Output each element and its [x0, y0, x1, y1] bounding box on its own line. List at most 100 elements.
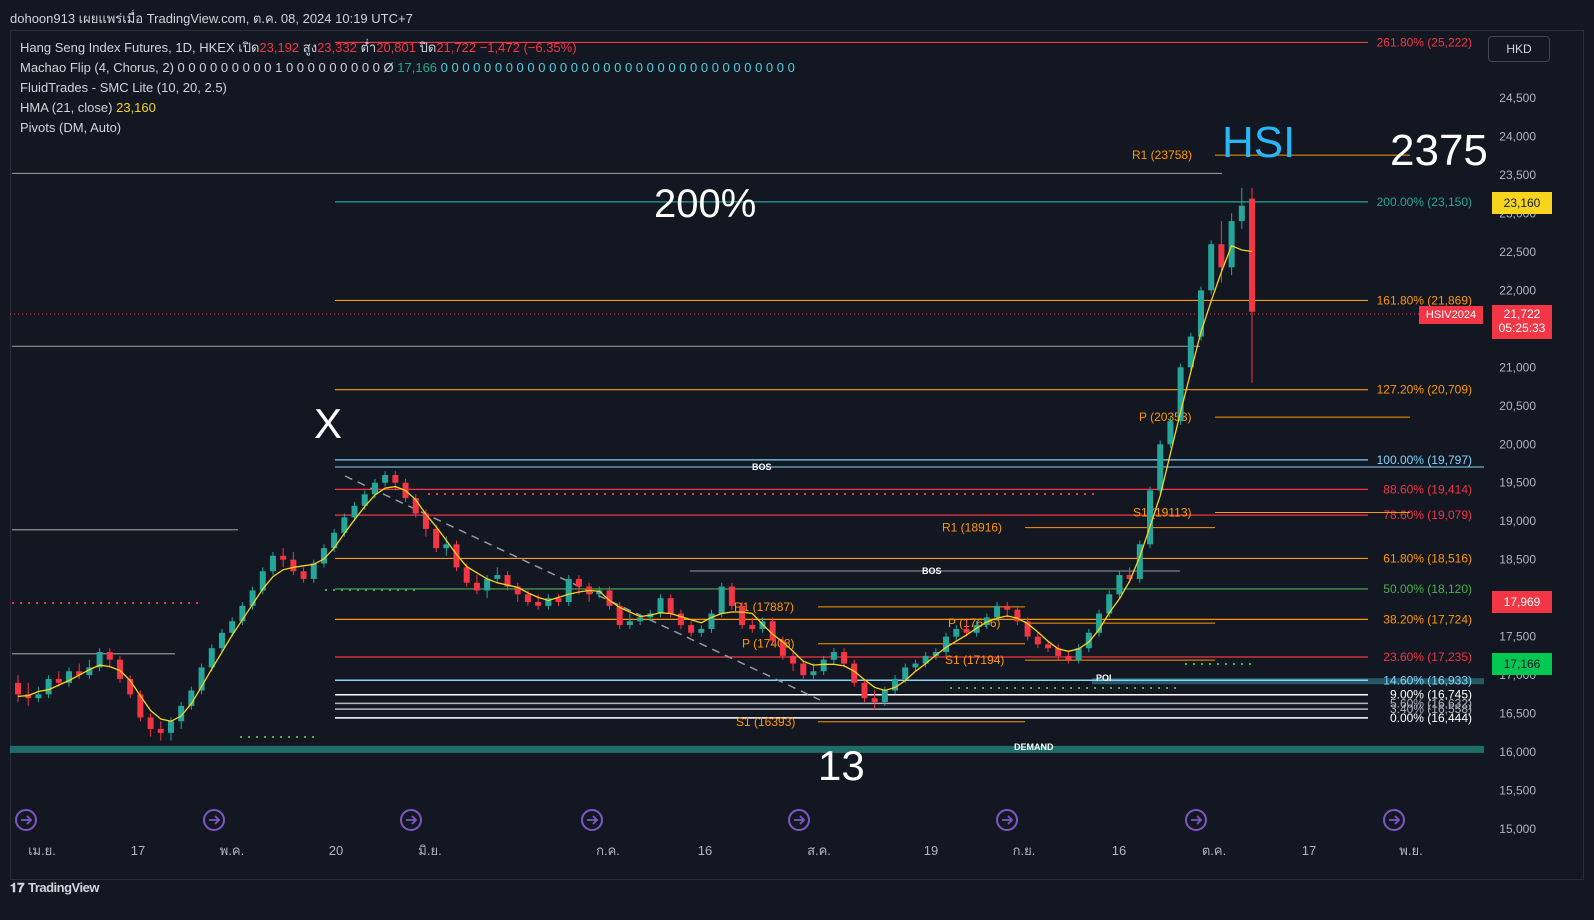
x-tick-label: พ.ย.: [1399, 843, 1422, 858]
candle-body: [871, 698, 878, 703]
candle-body: [1238, 205, 1245, 222]
candle-body: [433, 528, 440, 549]
bos-label-1: BOS: [752, 462, 772, 472]
arrow-icon: [21, 815, 33, 825]
candle-body: [1116, 575, 1123, 595]
candle-body: [749, 625, 756, 629]
candle-body: [861, 682, 868, 699]
arrow-icon: [794, 815, 806, 825]
arrow-icon: [209, 815, 221, 825]
candle-body: [106, 652, 113, 660]
candle-body: [555, 598, 562, 603]
candle-body: [269, 555, 276, 572]
y-tick-label: 15,500: [1499, 784, 1536, 798]
candle-body: [45, 678, 52, 695]
candle-body: [1208, 244, 1215, 291]
x-tick-label: 17: [1302, 843, 1316, 858]
demand-zone: [10, 745, 1484, 753]
y-tick-label: 15,000: [1499, 822, 1536, 836]
x-tick-label: ส.ค.: [807, 843, 831, 858]
x-tick-label: 17: [131, 843, 145, 858]
tradingview-brand: TradingView: [28, 880, 99, 895]
arrow-icon: [1389, 815, 1401, 825]
pivot-label: P (20353): [1139, 410, 1191, 424]
thirteen-annotation: 13: [818, 742, 865, 789]
hma-line: [17, 244, 1253, 722]
candle-body: [535, 602, 542, 606]
demand-label: DEMAND: [1014, 742, 1054, 752]
close-price-box: 21,722 05:25:33: [1492, 305, 1552, 339]
candle-body: [626, 621, 633, 626]
y-tick-label: 22,500: [1499, 245, 1536, 259]
machao-values-2: 0 0 0 0 0 0 0 0 0 0 0 0 0 0 0 0 0 0 0 0 …: [440, 60, 795, 75]
currency-button[interactable]: HKD: [1488, 36, 1550, 62]
y-tick-label: 19,000: [1499, 514, 1536, 528]
candle-body: [524, 594, 531, 603]
candle-body: [1147, 490, 1154, 545]
candle-body: [1167, 421, 1174, 445]
candle-body: [810, 671, 817, 676]
candle-body: [147, 717, 154, 729]
high-value: 23,332: [317, 40, 357, 55]
candle-body: [841, 652, 848, 664]
candle-body: [912, 663, 919, 668]
x-tick-label: ก.ย.: [1013, 843, 1036, 858]
candle-body: [453, 544, 460, 568]
candle-body: [1004, 605, 1011, 610]
poi-label: POI: [1096, 673, 1112, 683]
high-label: สูง: [302, 40, 318, 55]
candle-body: [657, 598, 664, 614]
footer-brand[interactable]: 𝟏𝟕 TradingView: [10, 880, 99, 904]
candle-body: [953, 628, 960, 637]
candle-body: [392, 475, 399, 483]
hma-price-label: 23,160: [1503, 196, 1541, 210]
candle-body: [790, 655, 797, 664]
candle-body: [688, 625, 695, 633]
candle-body: [830, 652, 837, 660]
hma-price-box: 23,160: [1492, 192, 1552, 214]
x-tick-label: ก.ค.: [596, 843, 620, 858]
candle-body: [963, 628, 970, 633]
bos-label-2: BOS: [922, 566, 942, 576]
candle-body: [1249, 198, 1255, 312]
candle-body: [1218, 244, 1225, 268]
hsi-annotation: HSI: [1222, 118, 1296, 167]
candle-body: [1198, 290, 1205, 337]
candle-body: [1085, 632, 1092, 649]
pivots-indicator[interactable]: Pivots (DM, Auto): [20, 120, 121, 135]
legend-fluid-row: FluidTrades - SMC Lite (10, 20, 2.5): [20, 78, 795, 98]
fib-level-label: 100.00% (19,797): [1377, 453, 1472, 467]
fib-level-label: 50.00% (18,120): [1383, 582, 1472, 596]
hma-value: 23,160: [116, 100, 156, 115]
candle-body: [1034, 636, 1041, 645]
fib-level-label: 78.60% (19,079): [1383, 508, 1472, 522]
hma-indicator[interactable]: HMA (21, close): [20, 100, 112, 115]
y-tick-label: 16,000: [1499, 745, 1536, 759]
machao-indicator[interactable]: Machao Flip (4, Chorus, 2): [20, 60, 174, 75]
candle-body: [739, 605, 746, 626]
green-price-box: 17,166: [1492, 653, 1552, 675]
pivot-label: R1 (23758): [1132, 148, 1192, 162]
candle-body: [1157, 444, 1164, 491]
low-label: ต่ำ: [360, 40, 377, 55]
pivot-label: S1 (16393): [736, 715, 795, 729]
candle-body: [902, 667, 909, 679]
fib-level-label: 23.60% (17,235): [1383, 650, 1472, 664]
x-tick-label: มิ.ย.: [418, 843, 441, 858]
pivot-label: S1 (17194): [945, 653, 1004, 667]
arrow-icon: [1191, 815, 1203, 825]
price-chart[interactable]: 15,00015,50016,00016,50017,00017,50018,0…: [0, 0, 1594, 920]
open-value: 23,192: [259, 40, 300, 55]
candle-body: [422, 513, 429, 529]
fib-level-label: 200.00% (23,150): [1377, 195, 1472, 209]
indicator-legend: Hang Seng Index Futures, 1D, HKEX เปิด23…: [20, 38, 795, 138]
candle-body: [371, 482, 378, 495]
y-tick-label: 17,500: [1499, 630, 1536, 644]
tradingview-logo-icon: 𝟏𝟕: [10, 880, 25, 895]
arrow-icon: [406, 815, 418, 825]
change-value: −1,472 (−6.35%): [479, 40, 577, 55]
fib-level-label: 14.60% (16,933): [1383, 673, 1472, 687]
x-tick-label: 16: [698, 843, 712, 858]
fluidtrades-indicator[interactable]: FluidTrades - SMC Lite (10, 20, 2.5): [20, 80, 227, 95]
symbol-name[interactable]: Hang Seng Index Futures, 1D, HKEX: [20, 40, 235, 55]
